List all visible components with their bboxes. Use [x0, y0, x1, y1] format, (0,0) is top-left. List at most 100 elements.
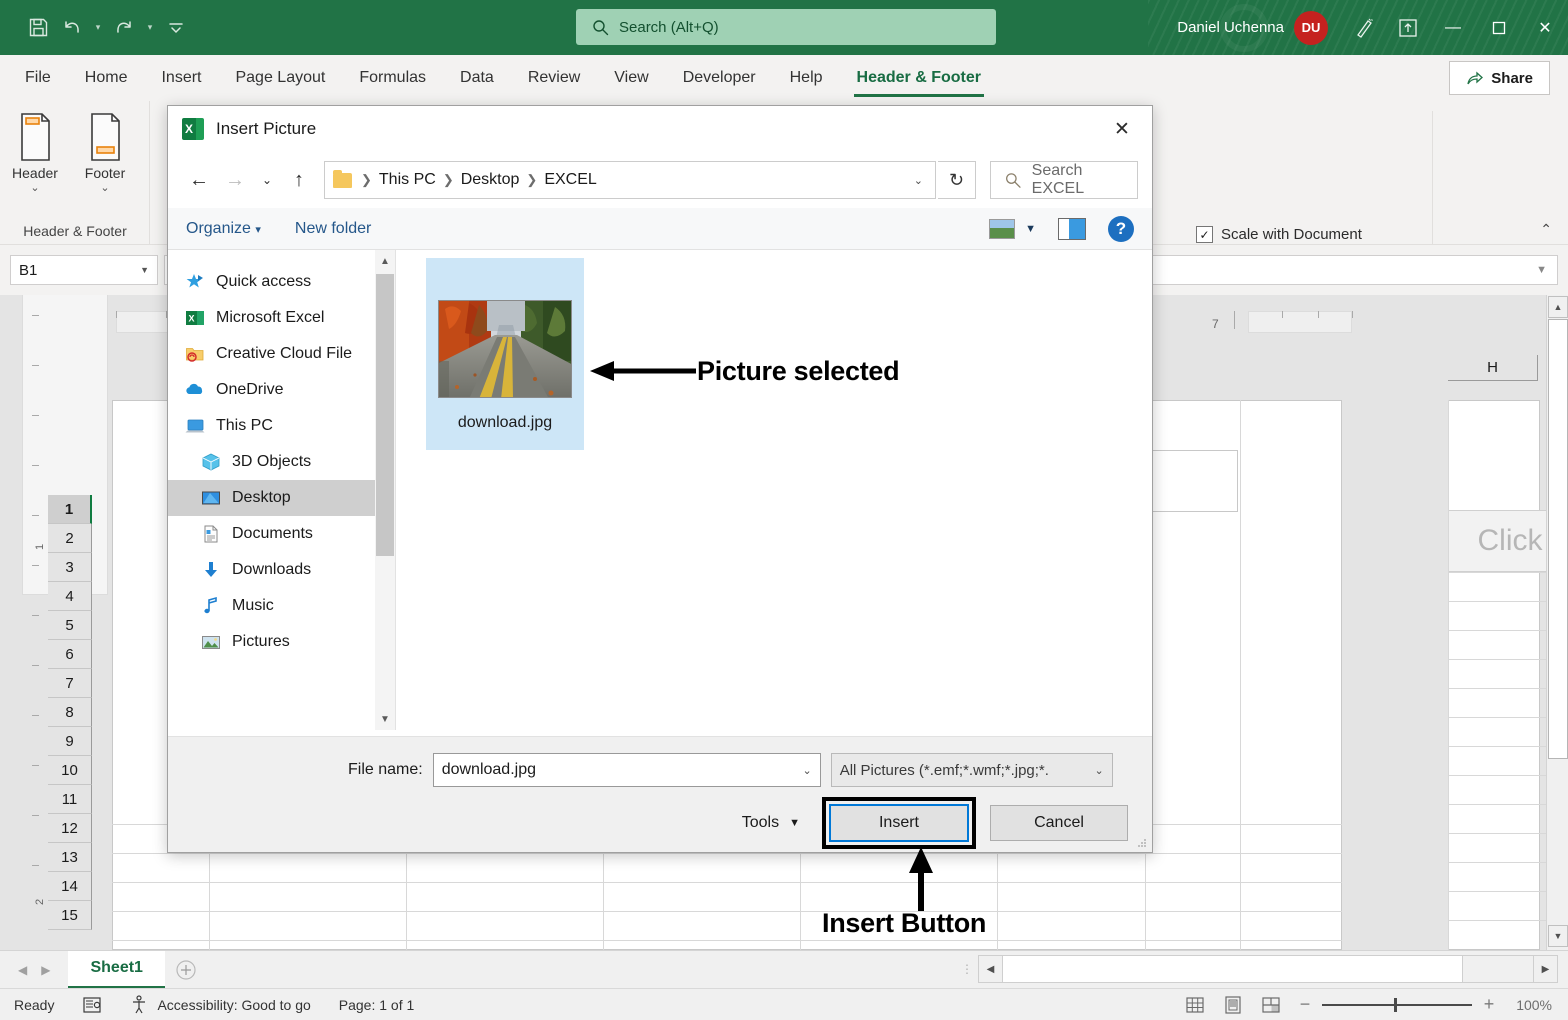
tab-data[interactable]: Data	[443, 55, 511, 101]
search-input[interactable]: Search EXCEL	[990, 161, 1138, 199]
scroll-right-icon[interactable]: ▶	[1533, 956, 1557, 982]
normal-view-icon[interactable]	[1178, 991, 1212, 1019]
resize-grip-icon[interactable]	[1136, 837, 1148, 849]
minimize-button[interactable]: —	[1430, 0, 1476, 55]
sidebar-item-documents[interactable]: Documents	[168, 516, 395, 552]
row-header-7[interactable]: 7	[48, 669, 92, 698]
previous-sheet-icon[interactable]: ◀	[18, 963, 27, 977]
avatar[interactable]: DU	[1294, 11, 1328, 45]
tab-view[interactable]: View	[597, 55, 665, 101]
file-type-select[interactable]: All Pictures (*.emf;*.wmf;*.jpg;*. ⌄	[831, 753, 1113, 787]
undo-icon[interactable]	[56, 12, 88, 44]
formula-expand-icon[interactable]: ▼	[1536, 264, 1547, 276]
next-sheet-icon[interactable]: ▶	[41, 963, 50, 977]
breadcrumb-desktop[interactable]: Desktop	[457, 171, 524, 189]
row-header-14[interactable]: 14	[48, 872, 92, 901]
zoom-slider-handle[interactable]	[1394, 998, 1397, 1012]
sidebar-item-3d-objects[interactable]: 3D Objects	[168, 444, 395, 480]
organize-dropdown-icon[interactable]: ▾	[255, 224, 261, 236]
header-dropdown-icon[interactable]: ⌄	[0, 181, 70, 195]
tools-button[interactable]: Tools ▼	[742, 814, 808, 832]
page-break-view-icon[interactable]	[1254, 991, 1288, 1019]
tab-header-and-footer[interactable]: Header & Footer	[840, 55, 998, 101]
tab-insert[interactable]: Insert	[144, 55, 218, 101]
pen-ink-icon[interactable]	[1342, 0, 1386, 55]
customize-qat-icon[interactable]	[160, 12, 192, 44]
split-grip-icon[interactable]: ⋮	[961, 962, 972, 976]
name-box-dropdown-icon[interactable]: ▼	[140, 265, 149, 275]
tab-home[interactable]: Home	[68, 55, 145, 101]
breadcrumb-this-pc[interactable]: This PC	[375, 171, 440, 189]
restore-button[interactable]	[1476, 0, 1522, 55]
preview-pane-icon[interactable]	[1058, 218, 1086, 240]
header-button[interactable]: Header ⌄	[0, 111, 70, 195]
add-sheet-button[interactable]	[165, 959, 207, 981]
sheet-nav-arrows[interactable]: ◀ ▶	[0, 963, 68, 977]
tab-developer[interactable]: Developer	[666, 55, 773, 101]
undo-dropdown-icon[interactable]: ▾	[90, 12, 106, 44]
sheet-tab-sheet1[interactable]: Sheet1	[68, 951, 164, 989]
sidebar-scroll-down-icon[interactable]: ▼	[375, 708, 395, 730]
horizontal-scroll-area[interactable]: ⋮ ◀ ▶	[961, 955, 1558, 983]
help-icon[interactable]: ?	[1108, 216, 1134, 242]
row-header-5[interactable]: 5	[48, 611, 92, 640]
file-name-dropdown-icon[interactable]: ⌄	[802, 764, 811, 777]
sidebar-item-music[interactable]: Music	[168, 588, 395, 624]
name-box[interactable]: B1 ▼	[10, 255, 158, 285]
row-header-4[interactable]: 4	[48, 582, 92, 611]
breadcrumb-dropdown-icon[interactable]: ⌄	[914, 174, 927, 187]
checkbox-scale-with-document[interactable]: ✓ Scale with Document	[1196, 226, 1362, 243]
collapse-ribbon-icon[interactable]: ⌃	[1540, 221, 1552, 238]
scroll-up-icon[interactable]: ▲	[1548, 296, 1568, 318]
row-header-2[interactable]: 2	[48, 524, 92, 553]
up-one-level-icon[interactable]: ↑	[282, 163, 316, 197]
tab-file[interactable]: File	[8, 55, 68, 101]
share-button[interactable]: Share	[1449, 61, 1550, 95]
sidebar-item-quick-access[interactable]: Quick access	[168, 264, 395, 300]
row-header-3[interactable]: 3	[48, 553, 92, 582]
vertical-scroll-thumb[interactable]	[1548, 319, 1568, 759]
row-header-8[interactable]: 8	[48, 698, 92, 727]
account-name[interactable]: Daniel Uchenna	[1177, 19, 1284, 36]
sidebar-scrollbar[interactable]: ▲ ▼	[375, 250, 395, 730]
sidebar-scroll-up-icon[interactable]: ▲	[375, 250, 395, 272]
close-icon[interactable]: ✕	[1100, 110, 1144, 148]
file-list-pane[interactable]: download.jpg	[396, 250, 1152, 730]
recent-locations-icon[interactable]: ⌄	[254, 163, 280, 197]
footer-button[interactable]: Footer ⌄	[70, 111, 140, 195]
zoom-slider[interactable]	[1322, 995, 1472, 1015]
row-header-9[interactable]: 9	[48, 727, 92, 756]
sidebar-item-pictures[interactable]: Pictures	[168, 624, 395, 660]
breadcrumb[interactable]: ❯ This PC ❯ Desktop ❯ EXCEL ⌄	[324, 161, 936, 199]
close-button[interactable]: ✕	[1522, 0, 1568, 55]
row-header-10[interactable]: 10	[48, 756, 92, 785]
tab-review[interactable]: Review	[511, 55, 597, 101]
recording-macro-icon[interactable]	[68, 995, 116, 1015]
excel-search-box[interactable]: Search (Alt+Q)	[576, 9, 996, 45]
sidebar-item-desktop[interactable]: Desktop	[168, 480, 395, 516]
save-icon[interactable]	[22, 12, 54, 44]
sidebar-item-onedrive[interactable]: OneDrive	[168, 372, 395, 408]
tab-formulas[interactable]: Formulas	[342, 55, 443, 101]
row-header-12[interactable]: 12	[48, 814, 92, 843]
cancel-button[interactable]: Cancel	[990, 805, 1128, 841]
footer-dropdown-icon[interactable]: ⌄	[70, 181, 140, 195]
new-folder-button[interactable]: New folder	[295, 220, 371, 238]
sidebar-item-this-pc[interactable]: This PC	[168, 408, 395, 444]
tools-dropdown-icon[interactable]: ▼	[789, 817, 800, 829]
worksheet-vertical-scrollbar[interactable]: ▲ ▼	[1546, 295, 1568, 950]
scale-with-document-checkbox-box[interactable]: ✓	[1196, 226, 1213, 243]
row-header-11[interactable]: 11	[48, 785, 92, 814]
row-header-1[interactable]: 1	[48, 495, 92, 524]
sidebar-item-downloads[interactable]: Downloads	[168, 552, 395, 588]
column-header-h[interactable]: H	[1448, 355, 1538, 381]
breadcrumb-excel[interactable]: EXCEL	[540, 171, 600, 189]
file-name-input[interactable]: download.jpg ⌄	[433, 753, 821, 787]
back-icon[interactable]: ←	[182, 163, 216, 197]
row-header-6[interactable]: 6	[48, 640, 92, 669]
refresh-icon[interactable]: ↻	[938, 161, 976, 199]
page-layout-view-icon[interactable]	[1216, 991, 1250, 1019]
organize-button[interactable]: Organize ▾	[186, 220, 261, 238]
zoom-in-button[interactable]: +	[1476, 994, 1502, 1015]
list-item[interactable]: download.jpg	[426, 258, 584, 450]
